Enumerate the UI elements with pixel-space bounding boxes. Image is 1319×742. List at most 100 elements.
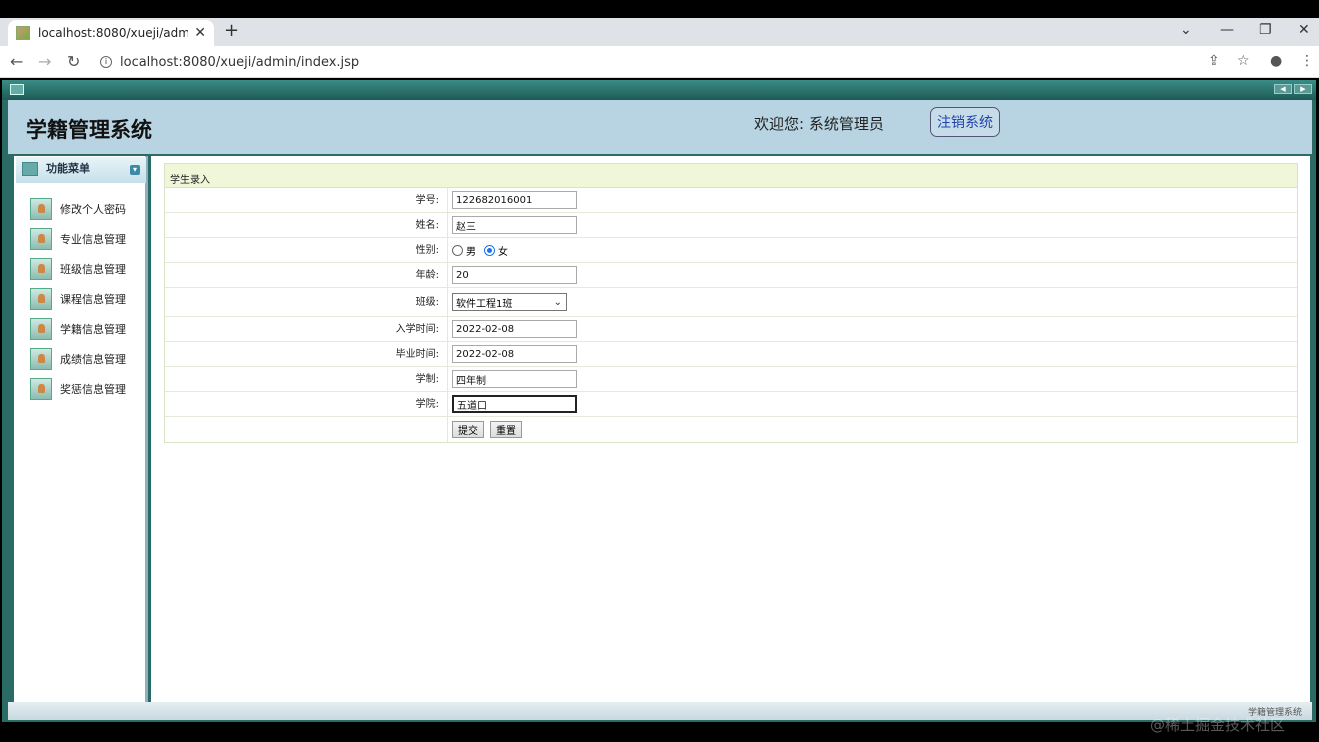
college-input[interactable]	[452, 395, 577, 413]
gender-female-radio[interactable]: 女	[484, 243, 508, 258]
class-select-value: 软件工程1班	[456, 298, 513, 310]
duration-input[interactable]	[452, 370, 577, 388]
field-label: 班级:	[165, 288, 448, 316]
next-arrow-icon[interactable]: ▶	[1294, 84, 1312, 94]
sidebar-item-label: 奖惩信息管理	[60, 383, 126, 396]
reset-button[interactable]: 重置	[490, 421, 522, 438]
restore-icon[interactable]: ❐	[1259, 22, 1272, 38]
app-title: 学籍管理系统	[26, 118, 152, 142]
field-label: 学院:	[165, 392, 448, 416]
field-label-empty	[165, 417, 448, 442]
profile-icon[interactable]: ●	[1270, 53, 1282, 69]
form-row-student-id: 学号:	[165, 188, 1297, 213]
collapse-icon[interactable]: ▾	[130, 165, 140, 175]
browser-menu-icon[interactable]: ⋮	[1300, 53, 1314, 69]
sidebar-item-class[interactable]: 班级信息管理	[30, 258, 126, 280]
tab-close-icon[interactable]: ✕	[194, 25, 206, 41]
url-text: localhost:8080/xueji/admin/index.jsp	[120, 54, 360, 70]
menu-header: 功能菜单 ▾	[16, 157, 146, 183]
grad-date-input[interactable]	[452, 345, 577, 363]
reload-icon[interactable]: ↻	[67, 52, 80, 71]
form-row-enroll-date: 入学时间:	[165, 317, 1297, 342]
letterbox-bottom	[0, 722, 1319, 742]
sidebar: 功能菜单 ▾ 修改个人密码 专业信息管理 班级信息管理 课程信息管理 学籍信息管…	[14, 156, 148, 702]
user-icon	[30, 198, 52, 220]
back-icon[interactable]: ←	[10, 52, 23, 71]
field-label: 学号:	[165, 188, 448, 212]
radio-label: 男	[466, 246, 476, 258]
form-row-duration: 学制:	[165, 367, 1297, 392]
user-icon	[30, 258, 52, 280]
enroll-date-input[interactable]	[452, 320, 577, 338]
sidebar-item-label: 班级信息管理	[60, 263, 126, 276]
gender-male-radio[interactable]: 男	[452, 243, 476, 258]
url-field[interactable]: i localhost:8080/xueji/admin/index.jsp	[100, 51, 1200, 73]
menu-folder-icon	[22, 162, 38, 176]
submit-button[interactable]: 提交	[452, 421, 484, 438]
user-icon	[30, 288, 52, 310]
field-label: 毕业时间:	[165, 342, 448, 366]
radio-label: 女	[498, 246, 508, 258]
radio-on-icon	[484, 244, 495, 256]
bookmark-star-icon[interactable]: ☆	[1237, 53, 1250, 69]
field-label: 姓名:	[165, 213, 448, 237]
user-icon	[30, 378, 52, 400]
class-select[interactable]: 软件工程1班 ⌄	[452, 293, 567, 311]
prev-arrow-icon[interactable]: ◀	[1274, 84, 1292, 94]
sidebar-item-student[interactable]: 学籍信息管理	[30, 318, 126, 340]
main-content: 学生录入 学号: 姓名: 性别: 男	[151, 156, 1310, 702]
browser-addressbar: ← → ↻ i localhost:8080/xueji/admin/index…	[0, 46, 1319, 78]
system-strip: ◀ ▶	[2, 80, 1316, 100]
logout-button[interactable]: 注销系统	[930, 107, 1000, 137]
form-row-class: 班级: 软件工程1班 ⌄	[165, 288, 1297, 317]
form-row-grad-date: 毕业时间:	[165, 342, 1297, 367]
sidebar-item-label: 专业信息管理	[60, 233, 126, 246]
sidebar-item-label: 课程信息管理	[60, 293, 126, 306]
welcome-text: 欢迎您: 系统管理员	[754, 115, 884, 133]
name-input[interactable]	[452, 216, 577, 234]
favicon-icon	[16, 26, 30, 40]
new-tab-icon[interactable]: +	[224, 20, 239, 41]
form-heading: 学生录入	[165, 164, 1297, 188]
age-input[interactable]	[452, 266, 577, 284]
sidebar-item-change-password[interactable]: 修改个人密码	[30, 198, 126, 220]
menu-title: 功能菜单	[46, 162, 90, 175]
sidebar-item-label: 成绩信息管理	[60, 353, 126, 366]
form-row-gender: 性别: 男 女	[165, 238, 1297, 263]
field-label: 性别:	[165, 238, 448, 262]
radio-off-icon	[452, 244, 463, 256]
sidebar-item-rewards[interactable]: 奖惩信息管理	[30, 378, 126, 400]
form-row-college: 学院:	[165, 392, 1297, 417]
chevron-down-icon: ⌄	[553, 296, 562, 308]
tab-title: localhost:8080/xueji/admin/in	[38, 26, 189, 40]
user-icon	[30, 318, 52, 340]
sidebar-item-grades[interactable]: 成绩信息管理	[30, 348, 126, 370]
monitor-icon	[10, 84, 24, 95]
user-icon	[30, 348, 52, 370]
app-window: ◀ ▶ 学籍管理系统 欢迎您: 系统管理员 注销系统 功能菜单 ▾ 修改个人密码…	[2, 80, 1316, 722]
field-label: 入学时间:	[165, 317, 448, 341]
sidebar-item-label: 修改个人密码	[60, 203, 126, 216]
forward-icon[interactable]: →	[38, 52, 51, 71]
close-window-icon[interactable]: ✕	[1298, 22, 1310, 38]
form-row-name: 姓名:	[165, 213, 1297, 238]
browser-tabbar: localhost:8080/xueji/admin/in ✕ + ⌄ — ❐ …	[0, 18, 1319, 46]
sidebar-item-course[interactable]: 课程信息管理	[30, 288, 126, 310]
form-row-age: 年龄:	[165, 263, 1297, 288]
letterbox-top	[0, 0, 1319, 18]
student-id-input[interactable]	[452, 191, 577, 209]
minimize-icon[interactable]: —	[1220, 22, 1234, 38]
screen: localhost:8080/xueji/admin/in ✕ + ⌄ — ❐ …	[0, 0, 1319, 742]
app-footer: 学籍管理系统	[8, 702, 1312, 720]
sidebar-item-label: 学籍信息管理	[60, 323, 126, 336]
field-label: 年龄:	[165, 263, 448, 287]
user-icon	[30, 228, 52, 250]
tab-search-icon[interactable]: ⌄	[1180, 22, 1192, 38]
site-info-icon[interactable]: i	[100, 56, 112, 68]
sidebar-item-major[interactable]: 专业信息管理	[30, 228, 126, 250]
share-icon[interactable]: ⇪	[1208, 53, 1220, 69]
app-header: 学籍管理系统 欢迎您: 系统管理员 注销系统	[8, 100, 1312, 154]
student-form: 学生录入 学号: 姓名: 性别: 男	[164, 163, 1298, 443]
field-label: 学制:	[165, 367, 448, 391]
browser-tab[interactable]: localhost:8080/xueji/admin/in ✕	[8, 20, 214, 46]
